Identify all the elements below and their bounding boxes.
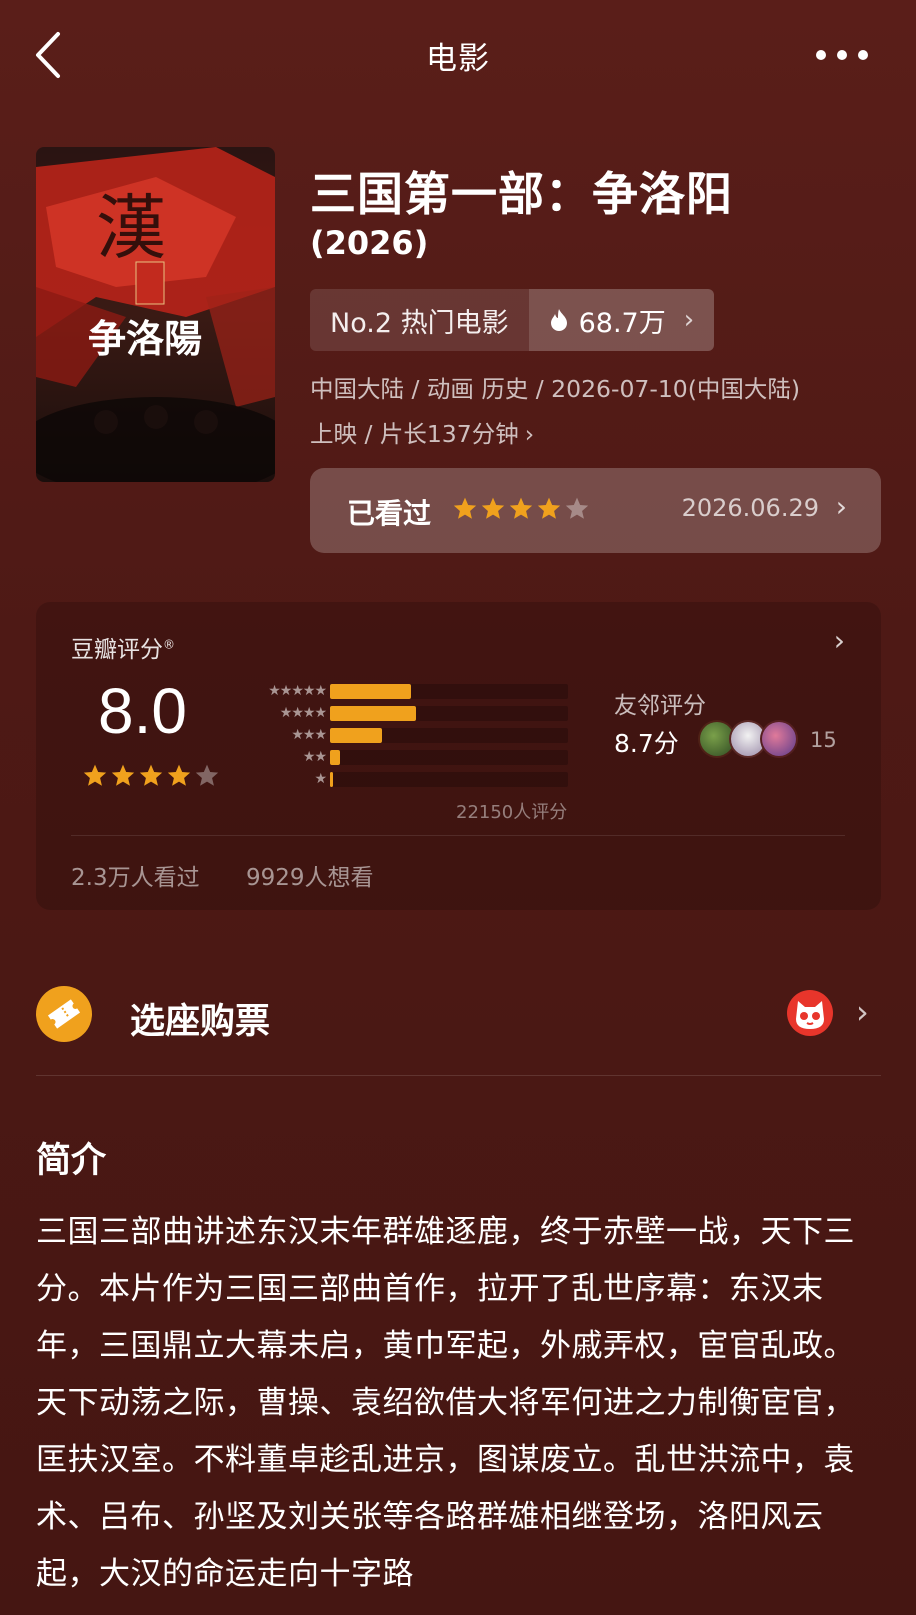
distribution-track (330, 727, 568, 743)
maoyan-cat-icon[interactable] (786, 989, 834, 1037)
synopsis-heading: 简介 (36, 1141, 107, 1181)
rating-score: 8.0 (98, 675, 187, 747)
watched-status-card[interactable]: 已看过 2026.06.29 › (310, 468, 881, 553)
distribution-row: ★★★★ (242, 702, 568, 724)
star-icon (509, 497, 533, 519)
chevron-right-icon[interactable]: › (834, 624, 845, 657)
divider (36, 1075, 881, 1076)
star-icon (565, 497, 589, 519)
page-title: 电影 (426, 41, 490, 77)
rating-count: 22150人评分 (456, 802, 568, 823)
distribution-bar (330, 683, 411, 699)
distribution-bar (330, 771, 333, 787)
watched-date: 2026.06.29 (681, 494, 819, 522)
distribution-bar (330, 749, 340, 765)
rating-distribution: ★★★★★ ★★★★ ★★★ ★★ ★ (242, 680, 568, 790)
avatar (760, 720, 798, 758)
movie-poster[interactable]: 漢 争洛陽 (36, 147, 275, 482)
star-icon (167, 764, 191, 786)
distribution-track (330, 771, 568, 787)
rating-stars (82, 763, 220, 789)
friend-avatars[interactable] (698, 720, 798, 758)
divider (71, 835, 845, 836)
distribution-row: ★★★★★ (242, 680, 568, 702)
chevron-right-icon[interactable]: › (856, 993, 869, 1031)
meta-line-1: 中国大陆 / 动画 历史 / 2026-07-10(中国大陆) (310, 375, 801, 403)
friends-count: 15 (810, 728, 837, 752)
movie-meta[interactable]: 中国大陆 / 动画 历史 / 2026-07-10(中国大陆) 上映 / 片长1… (310, 367, 880, 457)
distribution-track (330, 683, 568, 699)
distribution-track (330, 705, 568, 721)
fire-icon (549, 308, 569, 332)
more-options-icon[interactable] (816, 48, 868, 62)
star-icon (481, 497, 505, 519)
distribution-star-label: ★★ (302, 749, 327, 765)
star-icon (111, 764, 135, 786)
buy-tickets-label[interactable]: 选座购票 (130, 993, 270, 1044)
star-icon (453, 497, 477, 519)
distribution-star-label: ★ (314, 771, 327, 787)
distribution-star-label: ★★★ (291, 727, 327, 743)
heat-value: 68.7万 (578, 307, 666, 339)
douban-rating-card[interactable]: 豆瓣评分® › 8.0 ★★★★★ ★★★★ ★★★ ★★ ★ 22150人评分 友邻评… (36, 602, 881, 910)
meta-line-2: 上映 / 片长137分钟 (310, 420, 519, 448)
synopsis-text: 三国三部曲讲述东汉末年群雄逐鹿，终于赤壁一战，天下三分。本片作为三国三部曲首作，… (36, 1214, 855, 1592)
distribution-track (330, 749, 568, 765)
distribution-star-label: ★★★★★ (268, 683, 327, 699)
rating-source-label: 豆瓣评分® (71, 637, 175, 663)
distribution-bar (330, 705, 416, 721)
chevron-right-icon: › (835, 490, 847, 523)
seen-count[interactable]: 2.3万人看过 (71, 858, 200, 892)
friends-rating-score: 8.7分 (614, 729, 679, 758)
star-icon (195, 764, 219, 786)
my-rating-stars (452, 496, 590, 522)
distribution-star-label: ★★★★ (279, 705, 327, 721)
watched-label: 已看过 (347, 497, 432, 530)
friends-rating-label: 友邻评分 (614, 693, 706, 719)
distribution-row: ★★★ (242, 724, 568, 746)
movie-title: 三国第一部：争洛阳 (310, 167, 733, 221)
distribution-row: ★ (242, 768, 568, 790)
svg-text:争洛陽: 争洛陽 (88, 316, 202, 361)
star-icon (537, 497, 561, 519)
svg-text:漢: 漢 (96, 187, 166, 269)
ranking-badge[interactable]: No.2 热门电影 68.7万 › (310, 289, 715, 351)
rank-label: No.2 热门电影 (310, 289, 529, 351)
heat-badge[interactable]: 68.7万 › (528, 289, 715, 351)
distribution-row: ★★ (242, 746, 568, 768)
star-icon (139, 764, 163, 786)
distribution-bar (330, 727, 382, 743)
chevron-right-icon: › (524, 420, 535, 448)
movie-year: (2026) (310, 224, 429, 262)
chevron-right-icon: › (683, 305, 695, 335)
star-icon (83, 764, 107, 786)
want-count[interactable]: 9929人想看 (246, 858, 374, 892)
ticket-icon[interactable] (36, 986, 92, 1042)
